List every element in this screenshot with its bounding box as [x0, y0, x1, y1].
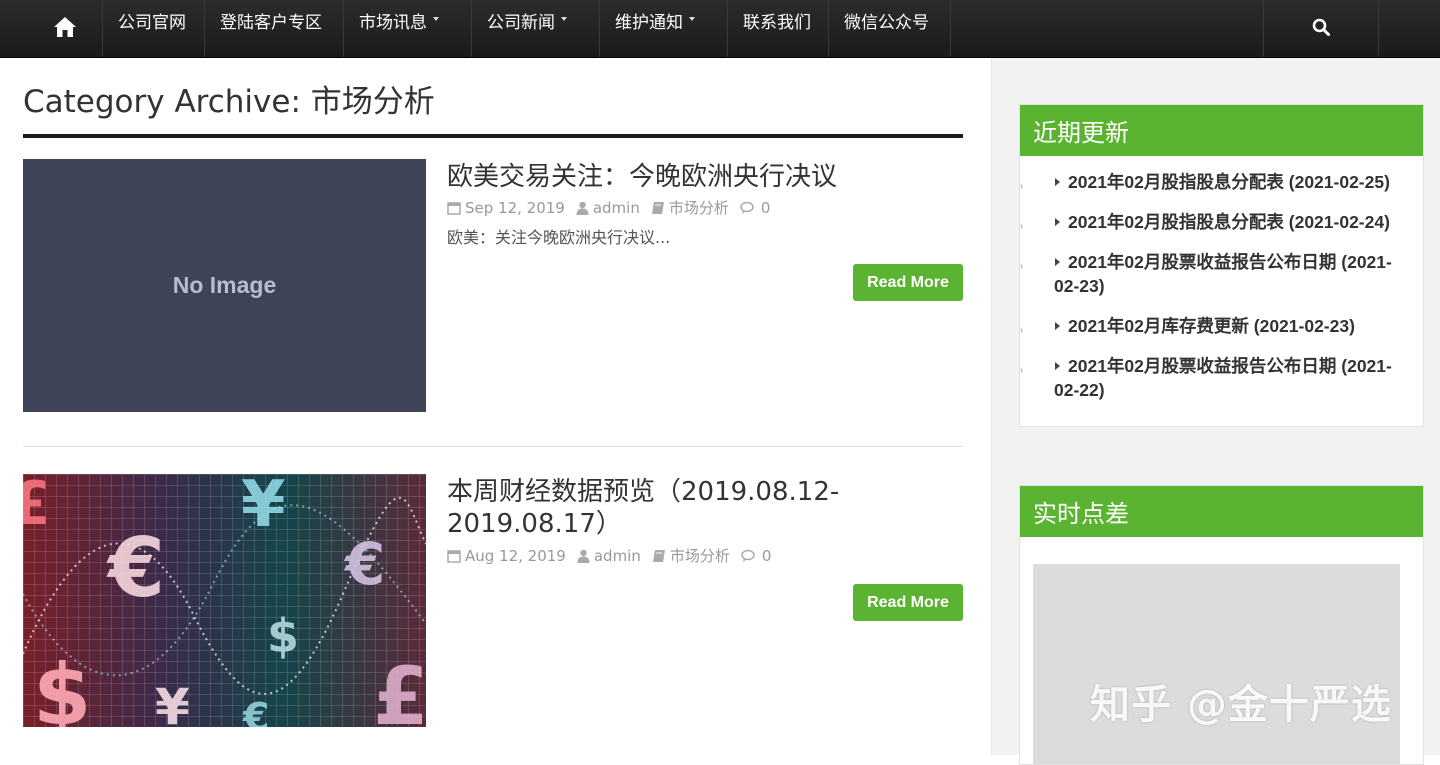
search-button[interactable]: [1263, 0, 1379, 57]
recent-item[interactable]: › 2021年02月库存费更新 (2021-02-23): [1020, 314, 1409, 338]
recent-item[interactable]: › 2021年02月股指股息分配表 (2021-02-24): [1020, 210, 1409, 234]
post-comments[interactable]: 0: [761, 199, 771, 217]
svg-text:$: $: [267, 609, 299, 663]
search-icon: [1312, 18, 1330, 40]
recent-item[interactable]: › 2021年02月股指股息分配表 (2021-02-25): [1020, 170, 1409, 194]
bullet-icon: ›: [1020, 325, 1024, 336]
svg-text:€: €: [343, 530, 385, 598]
home-button[interactable]: [27, 0, 103, 57]
title-divider: [23, 134, 963, 138]
chevron-down-icon: [689, 17, 695, 21]
top-navbar: 公司官网 登陆客户专区 市场讯息 公司新闻 维护通知 联系我们 微信公众号: [0, 0, 1440, 58]
nav-item-contact-us[interactable]: 联系我们: [728, 0, 829, 57]
svg-text:£: £: [23, 474, 51, 539]
currency-wave-image: € ¥ € $ $ ¥ € £ £: [23, 474, 426, 727]
user-icon: [576, 201, 589, 215]
post-thumbnail[interactable]: € ¥ € $ $ ¥ € £ £: [23, 474, 426, 727]
nav-item-client-login[interactable]: 登陆客户专区: [205, 0, 344, 57]
bullet-icon: ›: [1020, 181, 1024, 192]
watermark-text: 知乎 @金十严选: [1090, 682, 1392, 728]
post-category[interactable]: 市场分析: [670, 545, 730, 566]
caret-right-icon: [1055, 258, 1060, 266]
home-icon: [53, 16, 77, 42]
read-more-button[interactable]: Read More: [853, 264, 963, 301]
caret-right-icon: [1055, 322, 1060, 330]
post-comments[interactable]: 0: [762, 547, 772, 565]
svg-text:£: £: [373, 650, 426, 727]
recent-updates-widget: 近期更新 › 2021年02月股指股息分配表 (2021-02-25) › 2021…: [1019, 104, 1424, 427]
comments-icon: [740, 201, 754, 214]
post-date: Aug 12, 2019: [465, 546, 566, 565]
recent-item[interactable]: › 2021年02月股票收益报告公布日期 (2021-02-23): [1020, 250, 1409, 298]
calendar-icon: [447, 201, 461, 215]
caret-right-icon: [1055, 362, 1060, 370]
svg-text:€: €: [242, 695, 269, 727]
svg-text:¥: ¥: [241, 474, 286, 542]
post-meta: Sep 12, 2019 admin 市场分析 0: [447, 197, 781, 218]
nav-item-market-news[interactable]: 市场讯息: [344, 0, 472, 57]
page-title: Category Archive: 市场分析: [23, 84, 435, 120]
caret-right-icon: [1055, 218, 1060, 226]
post-title[interactable]: 本周财经数据预览（2019.08.12-2019.08.17）: [447, 476, 867, 540]
post-excerpt: 欧美：关注今晚欧洲央行决议...: [447, 228, 671, 247]
sidebar: 近期更新 › 2021年02月股指股息分配表 (2021-02-25) › 2021…: [991, 58, 1440, 765]
recent-list: › 2021年02月股指股息分配表 (2021-02-25) › 2021年02月股…: [1020, 156, 1423, 426]
book-icon: [651, 201, 664, 214]
widget-title: 近期更新: [1020, 105, 1423, 156]
post-thumbnail[interactable]: No Image: [23, 159, 426, 412]
svg-text:$: $: [33, 646, 91, 727]
calendar-icon: [447, 549, 461, 563]
svg-text:€: €: [106, 521, 165, 616]
chevron-down-icon: [433, 17, 439, 21]
bullet-icon: ›: [1020, 221, 1024, 232]
post-author[interactable]: admin: [593, 199, 640, 217]
svg-text:¥: ¥: [155, 678, 190, 727]
post-title[interactable]: 欧美交易关注：今晚欧洲央行决议: [447, 161, 837, 193]
nav-item-maintenance[interactable]: 维护通知: [600, 0, 728, 57]
nav-item-wechat[interactable]: 微信公众号: [829, 0, 951, 57]
nav-item-official-site[interactable]: 公司官网: [103, 0, 205, 57]
post-author[interactable]: admin: [594, 547, 641, 565]
widget-title: 实时点差: [1020, 486, 1423, 537]
chevron-down-icon: [561, 17, 567, 21]
post-date: Sep 12, 2019: [465, 198, 565, 217]
main-content: Category Archive: 市场分析 No Image 欧美交易关注：今…: [23, 58, 963, 727]
comments-icon: [741, 549, 755, 562]
post-divider: [23, 446, 963, 447]
user-icon: [577, 549, 590, 563]
bullet-icon: ›: [1020, 365, 1024, 376]
caret-right-icon: [1055, 178, 1060, 186]
post-meta: Aug 12, 2019 admin 市场分析 0: [447, 545, 782, 566]
book-icon: [652, 549, 665, 562]
nav-item-company-news[interactable]: 公司新闻: [472, 0, 600, 57]
spread-placeholder: [1033, 564, 1400, 764]
read-more-button[interactable]: Read More: [853, 584, 963, 621]
bullet-icon: ›: [1020, 261, 1024, 272]
recent-item[interactable]: › 2021年02月股票收益报告公布日期 (2021-02-22): [1020, 354, 1409, 402]
post-category[interactable]: 市场分析: [669, 197, 729, 218]
